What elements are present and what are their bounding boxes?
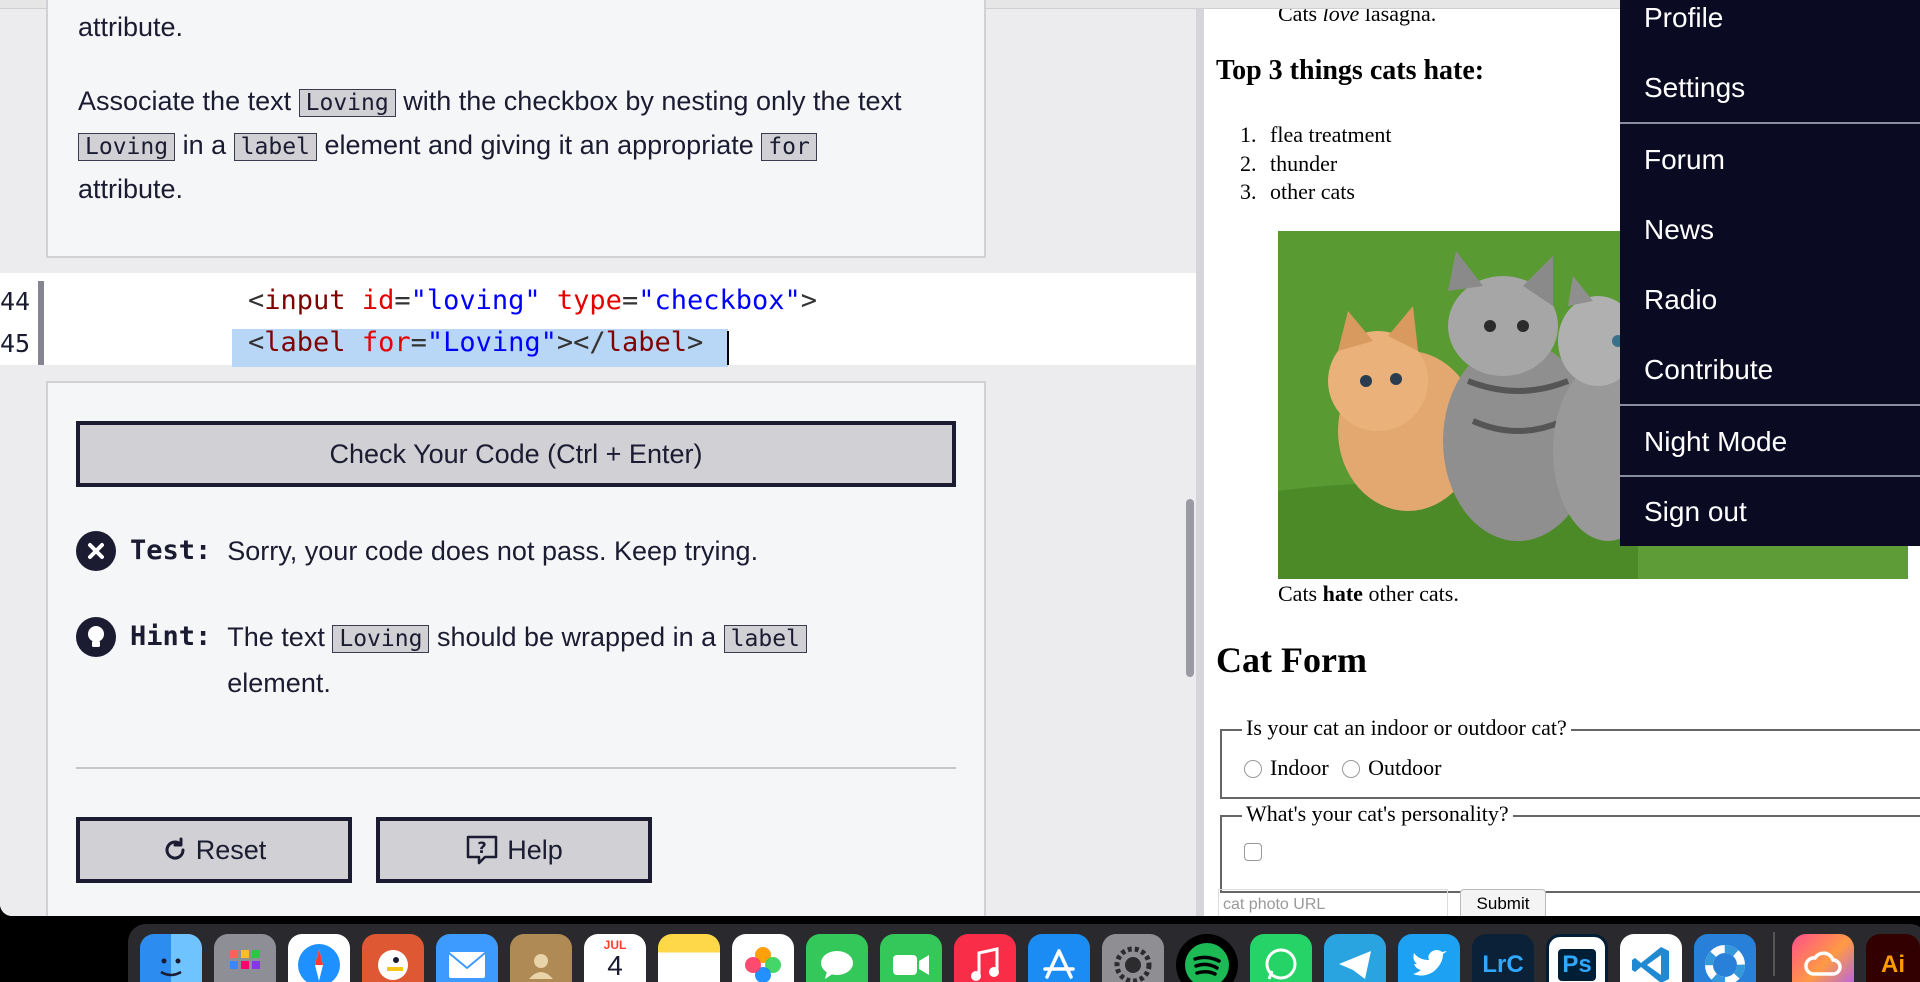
indoor-outdoor-fieldset: Is your cat an indoor or outdoor cat? In…: [1220, 715, 1920, 799]
hate-heading: Top 3 things cats hate:: [1216, 55, 1485, 86]
lightbulb-icon: [76, 617, 116, 657]
facetime-icon[interactable]: [880, 934, 942, 982]
fieldset-legend: What's your cat's personality?: [1242, 801, 1513, 827]
code-line-44[interactable]: <input id="loving" type="checkbox">: [248, 285, 817, 316]
line-number: 45: [0, 329, 31, 358]
hate-list: 1. flea treatment 2. thunder 3. other cats: [1240, 121, 1392, 207]
reset-button[interactable]: Reset: [76, 817, 352, 883]
calendar-icon[interactable]: JUL 4: [584, 934, 646, 982]
hint-row: Hint: The text Loving should be wrapped …: [76, 617, 867, 705]
twitter-icon[interactable]: [1398, 934, 1460, 982]
inline-code: for: [761, 133, 817, 161]
fail-x-icon: [76, 531, 116, 571]
kitten-caption: Cats hate other cats.: [1278, 581, 1459, 606]
vscode-icon[interactable]: [1620, 934, 1682, 982]
pane-splitter[interactable]: [1196, 9, 1204, 916]
outdoor-radio[interactable]: [1342, 760, 1361, 778]
lightroom-classic-icon[interactable]: LrC: [1472, 934, 1534, 982]
menu-item-settings[interactable]: Settings: [1644, 72, 1745, 104]
pane-scrollbar[interactable]: [1186, 499, 1194, 677]
personality-fieldset: What's your cat's personality?: [1220, 801, 1920, 893]
messages-icon[interactable]: [806, 934, 868, 982]
inline-code: label: [233, 133, 317, 161]
hint-label: Hint:: [130, 621, 212, 652]
finder-icon[interactable]: [140, 934, 202, 982]
description-line: attribute.: [78, 12, 184, 42]
menu-item-sign-out[interactable]: Sign out: [1644, 496, 1747, 528]
menu-item-forum[interactable]: Forum: [1644, 144, 1725, 176]
cat-photo-url-input[interactable]: cat photo URL: [1218, 889, 1448, 916]
list-item: 1. flea treatment: [1240, 122, 1392, 147]
svg-text:?: ?: [478, 838, 487, 857]
test-label: Test:: [130, 535, 212, 566]
creative-cloud-icon[interactable]: [1792, 934, 1854, 982]
text-caret: [727, 331, 729, 365]
telegram-icon[interactable]: [1324, 934, 1386, 982]
results-card: Check Your Code (Ctrl + Enter) Test: Sor…: [46, 381, 986, 916]
inline-code: Loving: [298, 89, 396, 117]
submit-button[interactable]: Submit: [1460, 889, 1546, 916]
browser-window: attribute. Associate the text Loving wit…: [0, 0, 1920, 916]
menu-item-contribute[interactable]: Contribute: [1644, 354, 1773, 386]
description-paragraph-end: attribute.: [78, 174, 184, 204]
help-button[interactable]: ? Help: [376, 817, 652, 883]
menu-item-profile[interactable]: Profile: [1644, 2, 1723, 34]
illustrator-icon[interactable]: Ai: [1866, 934, 1920, 982]
indoor-label: Indoor: [1270, 755, 1329, 780]
menu-item-night-mode[interactable]: Night Mode: [1644, 426, 1787, 458]
loving-checkbox[interactable]: [1244, 843, 1262, 861]
nav-dropdown-menu: Profile Settings Forum News Radio Contri…: [1620, 0, 1920, 546]
divider: [76, 767, 956, 769]
contacts-icon[interactable]: [510, 934, 572, 982]
photoshop-icon[interactable]: Ps: [1546, 934, 1608, 982]
instructions-pane: attribute. Associate the text Loving wit…: [0, 0, 1196, 916]
outdoor-label: Outdoor: [1368, 755, 1442, 780]
menu-separator: [1620, 122, 1920, 124]
mail-icon[interactable]: [436, 934, 498, 982]
help-question-icon: ?: [466, 835, 498, 865]
system-settings-icon[interactable]: [1102, 934, 1164, 982]
duckduckgo-icon[interactable]: [362, 934, 424, 982]
code-editor[interactable]: 44 45 <input id="loving" type="checkbox"…: [0, 273, 1196, 367]
list-item: 2. thunder: [1240, 150, 1338, 176]
description-paragraph: Associate the text Loving with the check…: [78, 86, 902, 117]
launchpad-icon[interactable]: [214, 934, 276, 982]
dock-divider: [1773, 932, 1775, 976]
test-result: Test: Sorry, your code does not pass. Ke…: [76, 531, 758, 573]
test-text: Sorry, your code does not pass. Keep try…: [227, 536, 759, 566]
safari-icon[interactable]: [288, 934, 350, 982]
code-line-45[interactable]: <label for="Loving"></label>: [248, 327, 703, 358]
lifesaver-app-icon[interactable]: [1694, 934, 1756, 982]
description-card: attribute. Associate the text Loving wit…: [46, 0, 986, 258]
inline-code: Loving: [332, 625, 430, 653]
reset-icon: [165, 837, 185, 860]
gutter-marker: [38, 281, 44, 365]
fieldset-legend: Is your cat an indoor or outdoor cat?: [1242, 715, 1571, 741]
inline-code: label: [723, 625, 807, 653]
notes-icon[interactable]: [658, 934, 720, 982]
menu-item-radio[interactable]: Radio: [1644, 284, 1717, 316]
hint-text: The text Loving should be wrapped in a l…: [227, 615, 867, 705]
line-number: 44: [0, 287, 31, 316]
macos-dock: JUL 4 LrC Ps Ai: [128, 924, 1920, 982]
check-code-button[interactable]: Check Your Code (Ctrl + Enter): [76, 421, 956, 487]
music-icon[interactable]: [954, 934, 1016, 982]
inline-code: Loving: [78, 133, 176, 161]
menu-item-news[interactable]: News: [1644, 214, 1714, 246]
list-item: 3. other cats: [1240, 179, 1355, 204]
spotify-icon[interactable]: [1176, 934, 1238, 982]
app-store-icon[interactable]: [1028, 934, 1090, 982]
cat-form-title: Cat Form: [1216, 640, 1367, 680]
menu-separator: [1620, 475, 1920, 477]
whatsapp-icon[interactable]: [1250, 934, 1312, 982]
lasagna-caption: Cats love lasagna.: [1278, 9, 1437, 26]
menu-separator: [1620, 404, 1920, 406]
description-paragraph-cont: Loving in a label element and giving it …: [78, 123, 817, 169]
indoor-radio[interactable]: [1244, 760, 1262, 778]
photos-icon[interactable]: [732, 934, 794, 982]
